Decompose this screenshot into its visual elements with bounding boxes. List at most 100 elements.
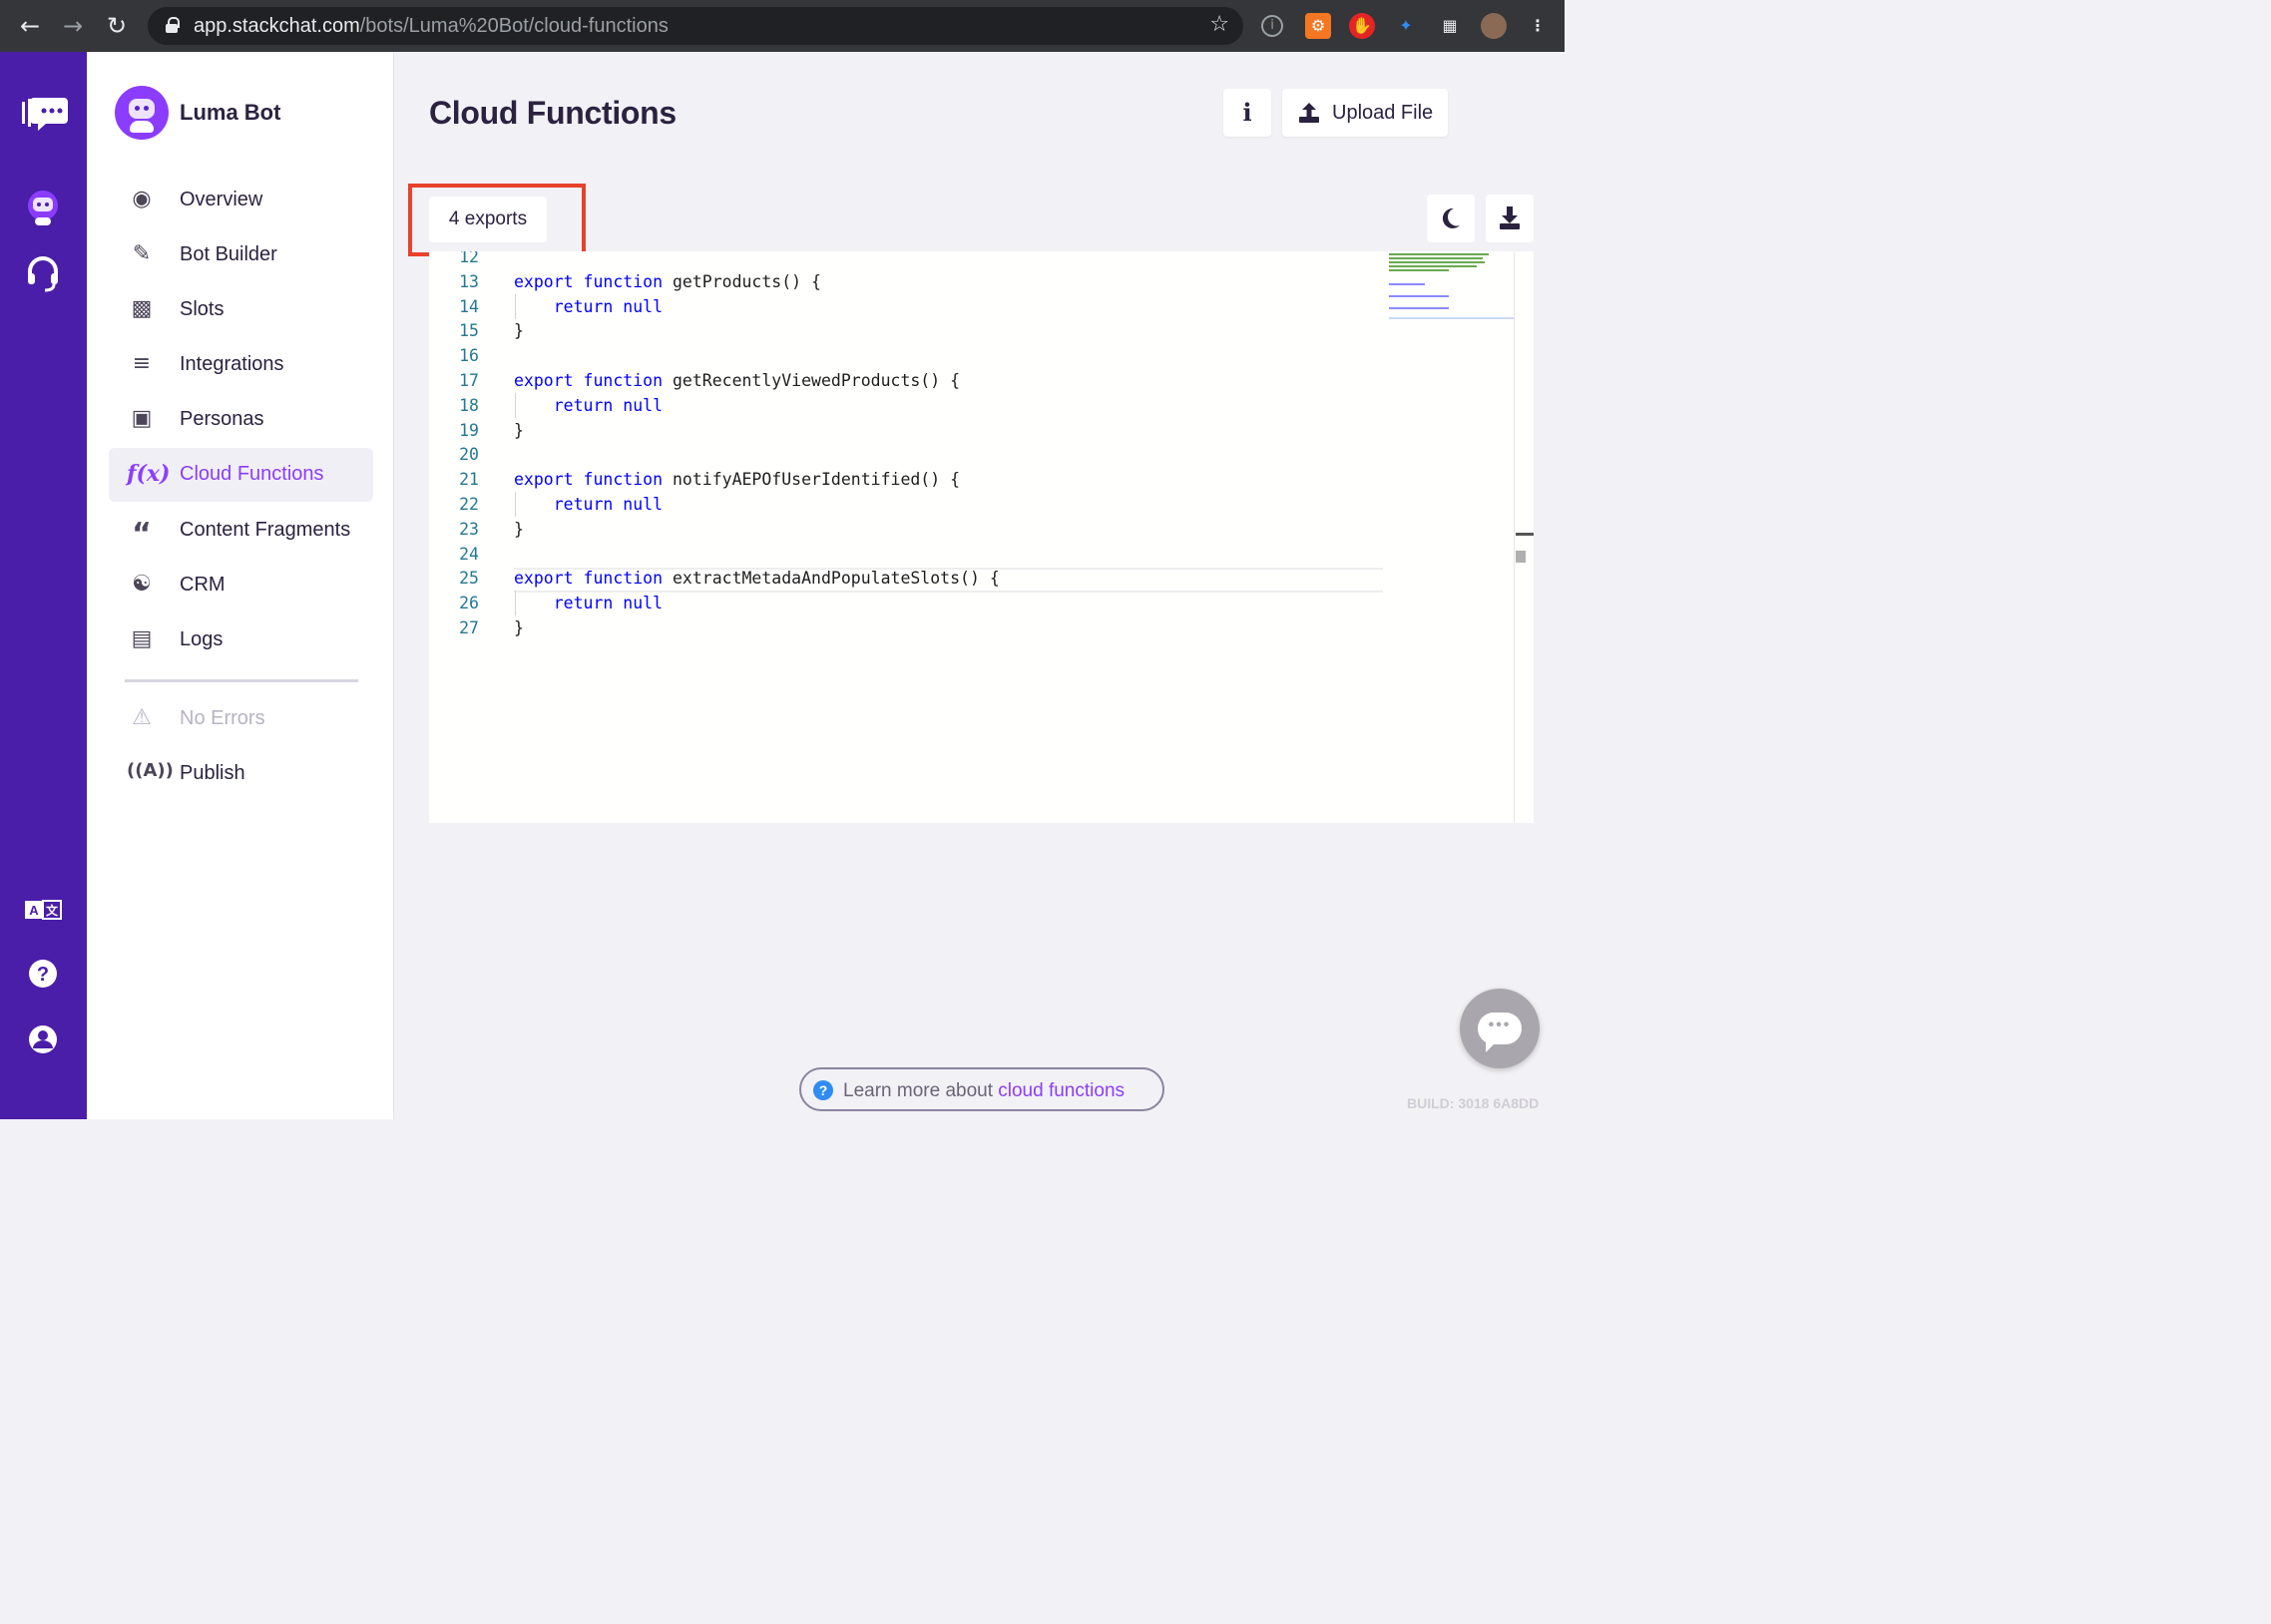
code-line[interactable]: 18 return null <box>429 392 1517 418</box>
bot-icon[interactable] <box>22 188 64 229</box>
sidebar-item-crm[interactable]: ☯ CRM <box>109 559 373 612</box>
sidebar-item-label: Integrations <box>180 353 284 375</box>
line-number: 22 <box>459 495 479 514</box>
bot-body <box>130 121 154 133</box>
kebab-menu-icon[interactable]: ⋮ <box>1525 13 1551 39</box>
dark-mode-toggle[interactable] <box>1427 195 1475 242</box>
bot-avatar[interactable] <box>115 86 169 140</box>
code-line[interactable]: 14 return null <box>429 293 1517 319</box>
code-text: export function getProducts() { <box>514 271 821 291</box>
line-number: 19 <box>459 420 479 440</box>
url-text[interactable]: app.stackchat.com/bots/Luma%20Bot/cloud-… <box>194 15 669 38</box>
editor-minimap[interactable] <box>1387 251 1517 331</box>
code-line[interactable]: 17 export function getRecentlyViewedProdu… <box>429 368 1517 393</box>
account-icon[interactable] <box>22 1019 64 1061</box>
hubspot-extension-icon[interactable]: ⚙ <box>1305 13 1331 39</box>
extension-icon[interactable]: ✦ <box>1393 13 1419 39</box>
minimap-line <box>1389 269 1449 271</box>
sidebar-divider <box>125 679 358 682</box>
line-number: 18 <box>459 395 479 415</box>
pencil-icon: ✎ <box>132 241 152 266</box>
forward-icon[interactable]: → <box>57 10 89 42</box>
line-number: 12 <box>459 251 479 266</box>
info-button[interactable]: i <box>1223 89 1271 137</box>
code-text: return null <box>553 296 664 316</box>
code-line[interactable]: 16 <box>429 343 1517 368</box>
code-text: export function getRecentlyViewedProduct… <box>514 371 961 390</box>
sidebar-item-content-fragments[interactable]: “ Content Fragments <box>109 504 373 558</box>
info-extension-icon[interactable]: i <box>1261 15 1283 37</box>
help-icon[interactable]: ? <box>22 954 64 996</box>
code-text: } <box>514 321 524 341</box>
editor-scrollbar-track[interactable] <box>1514 251 1515 823</box>
bookmark-star-icon[interactable]: ☆ <box>1209 12 1229 37</box>
headset-icon[interactable] <box>22 253 64 295</box>
code-line[interactable]: 21 export function notifyAEPOfUserIdentif… <box>429 467 1517 492</box>
sidebar-item-integrations[interactable]: ≡ Integrations <box>109 338 373 392</box>
sidebar-item-logs[interactable]: ▤ Logs <box>109 613 373 667</box>
code-line[interactable]: 12 <box>429 251 1517 269</box>
download-button[interactable] <box>1486 195 1534 242</box>
lock-icon <box>166 17 180 33</box>
code-line[interactable]: 26 return null <box>429 591 1517 616</box>
sidebar-item-label: Overview <box>180 189 263 210</box>
sidebar-item-label: Personas <box>180 408 264 430</box>
sidebar-item-bot-builder[interactable]: ✎ Bot Builder <box>109 228 373 282</box>
stackchat-logo-icon[interactable] <box>22 94 68 136</box>
code-line[interactable]: 20 <box>429 442 1517 467</box>
publish-button[interactable]: ((A)) Publish <box>109 747 373 801</box>
code-line[interactable]: 22 return null <box>429 492 1517 517</box>
code-text: export function extractMetadaAndPopulate… <box>514 569 1000 589</box>
handshake-icon: ☯ <box>132 572 152 597</box>
editor-scroll-mark <box>1516 553 1526 563</box>
sidebar-item-label: CRM <box>180 574 226 596</box>
code-line[interactable]: 15} <box>429 318 1517 343</box>
minimap-current-line <box>1389 317 1515 319</box>
code-text: return null <box>553 395 664 415</box>
upload-icon <box>1298 102 1320 124</box>
chat-widget-button[interactable]: ••• <box>1460 989 1540 1068</box>
reload-icon[interactable]: ↻ <box>101 10 133 42</box>
sidebar-item-label: Slots <box>180 298 225 320</box>
adblock-extension-icon[interactable]: ✋ <box>1349 13 1375 39</box>
code-line[interactable]: 27} <box>429 615 1517 640</box>
puzzle-piece-icon: ▩ <box>131 296 153 321</box>
minimap-line <box>1389 261 1485 263</box>
code-editor[interactable]: 12 13 export function getProducts() {14 re… <box>429 251 1534 823</box>
code-text: } <box>514 618 524 637</box>
bot-name: Luma Bot <box>180 100 281 125</box>
warning-icon: ⚠ <box>132 705 152 730</box>
sidebar-item-label: Content Fragments <box>180 519 351 541</box>
build-version: BUILD: 3018 6A8DD <box>1407 1095 1540 1111</box>
svg-text:?: ? <box>37 964 49 986</box>
sidebar-item-cloud-functions[interactable]: f(x) Cloud Functions <box>109 448 373 502</box>
moon-icon <box>1442 207 1460 228</box>
learn-more-link[interactable]: ? Learn more about cloud functions <box>799 1067 1164 1111</box>
line-number: 16 <box>459 346 479 366</box>
address-bar[interactable]: app.stackchat.com/bots/Luma%20Bot/cloud-… <box>148 7 1243 45</box>
eye-icon: ◉ <box>132 187 152 211</box>
code-line[interactable]: 23} <box>429 517 1517 542</box>
code-line[interactable]: 25 export function extractMetadaAndPopula… <box>429 566 1517 591</box>
back-icon[interactable]: ← <box>14 10 46 42</box>
help-circle-icon: ? <box>813 1080 833 1100</box>
cloud-functions-link[interactable]: cloud functions <box>998 1080 1125 1101</box>
sidebar-item-label: Logs <box>180 628 224 650</box>
code-line[interactable]: 24 <box>429 542 1517 567</box>
minimap-line <box>1389 283 1425 285</box>
sidebar-item-slots[interactable]: ▩ Slots <box>109 283 373 337</box>
sidebar: Luma Bot ◉ Overview ✎ Bot Builder ▩ Slot… <box>87 52 394 1119</box>
line-number: 24 <box>459 544 479 564</box>
svg-text:A: A <box>29 903 39 918</box>
code-line[interactable]: 19} <box>429 418 1517 443</box>
translate-icon[interactable]: A 文 <box>22 898 64 940</box>
upload-file-button[interactable]: Upload File <box>1282 89 1448 137</box>
exports-count-badge: 4 exports <box>429 197 547 242</box>
puzzle-icon[interactable]: ▦ <box>1437 13 1463 39</box>
profile-avatar[interactable] <box>1481 13 1507 39</box>
sidebar-item-personas[interactable]: ▣ Personas <box>109 393 373 447</box>
code-line[interactable]: 13 export function getProducts() { <box>429 269 1517 294</box>
minimap-line <box>1389 265 1477 267</box>
clipboard-icon: ▤ <box>131 626 153 651</box>
sidebar-item-overview[interactable]: ◉ Overview <box>109 174 373 227</box>
